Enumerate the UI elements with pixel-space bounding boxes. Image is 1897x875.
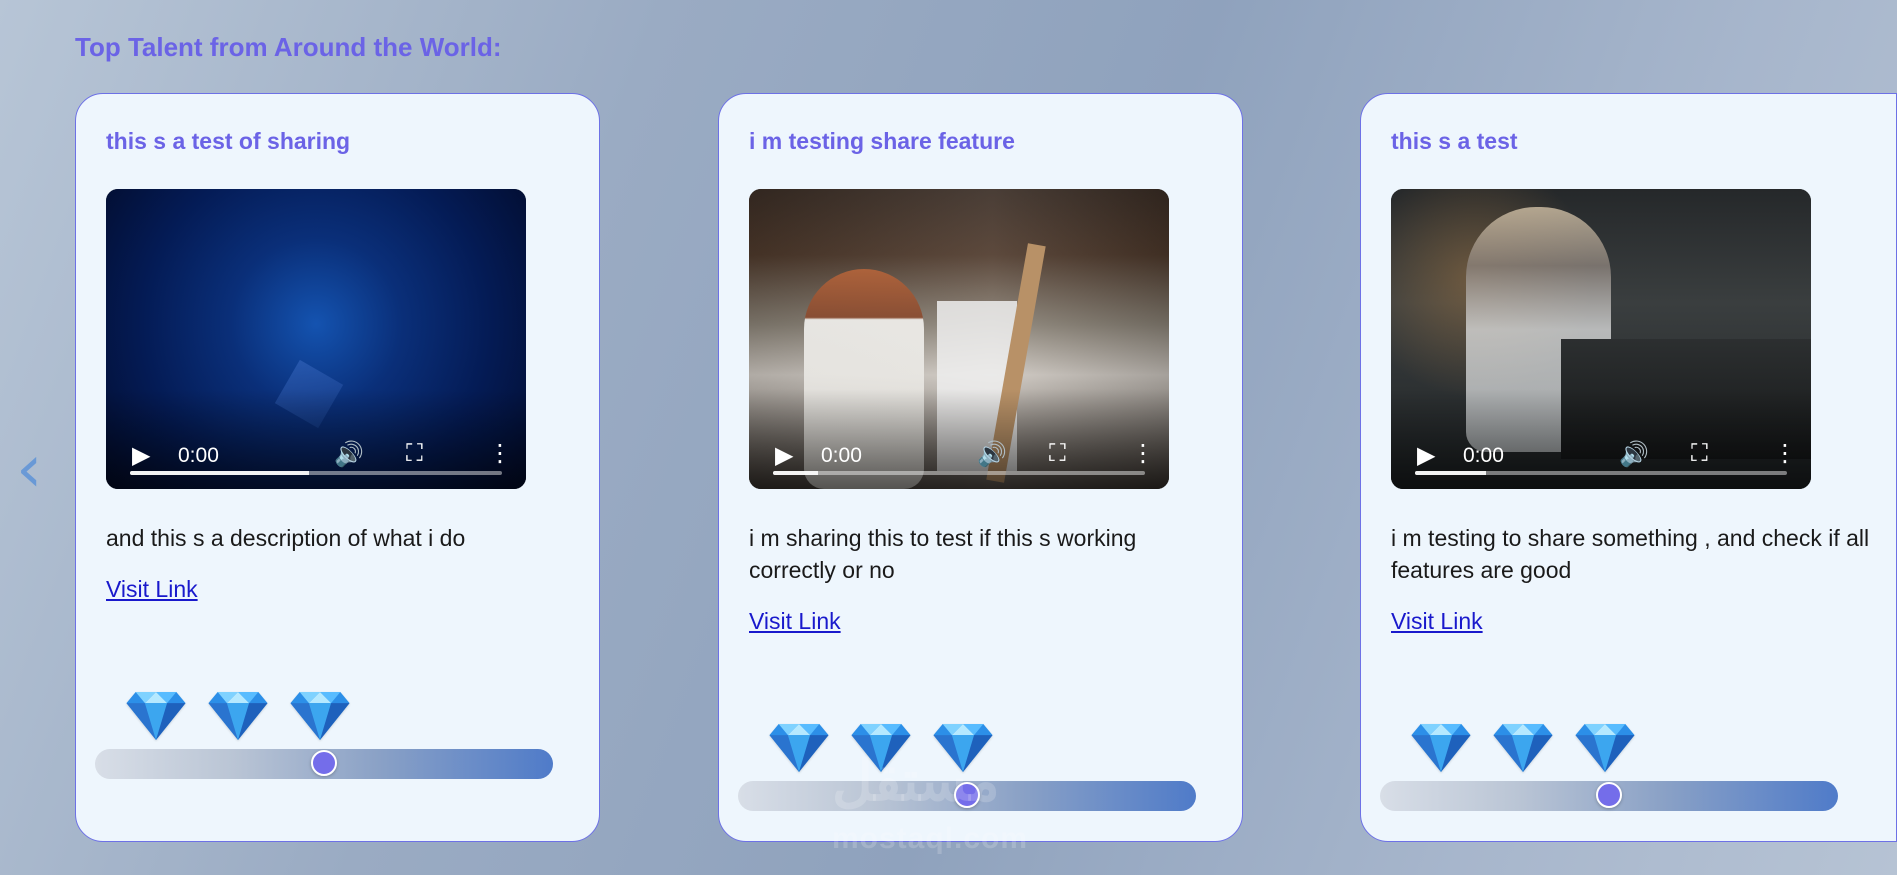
rating-slider[interactable] [95,749,553,779]
card-description: i m sharing this to test if this s worki… [749,525,1137,583]
diamond-icon [769,724,829,772]
video-controls: ▶ 0:00 🔊 ⛶ ⋮ [1391,389,1811,489]
volume-icon[interactable]: 🔊 [977,442,1007,466]
volume-icon[interactable]: 🔊 [1619,442,1649,466]
slider-thumb[interactable] [311,750,337,776]
diamond-icon [290,692,350,740]
fullscreen-icon[interactable]: ⛶ [406,441,423,465]
diamond-icon [1575,724,1635,772]
talent-carousel: this s a test of sharing ▶ 0:00 🔊 ⛶ ⋮ an… [75,93,1897,845]
play-icon[interactable]: ▶ [132,443,150,467]
more-options-icon[interactable]: ⋮ [1773,441,1797,465]
video-progress-bar[interactable] [773,471,1145,475]
video-controls: ▶ 0:00 🔊 ⛶ ⋮ [106,389,526,489]
card-title: this s a test of sharing [106,128,351,154]
visit-link[interactable]: Visit Link [1391,608,1483,635]
diamond-icon [1493,724,1553,772]
video-player[interactable]: ▶ 0:00 🔊 ⛶ ⋮ [106,189,526,489]
fullscreen-icon[interactable]: ⛶ [1691,441,1708,465]
visit-link[interactable]: Visit Link [749,608,841,635]
video-progress-fill [130,471,309,475]
volume-icon[interactable]: 🔊 [334,442,364,466]
diamond-rating [769,724,993,772]
talent-card: this s a test ▶ 0:00 🔊 ⛶ ⋮ i m testing t… [1360,93,1897,842]
rating-slider[interactable] [738,781,1196,811]
video-time: 0:00 [821,444,862,467]
chevron-left-icon[interactable]: ‹ [16,436,42,502]
talent-card: this s a test of sharing ▶ 0:00 🔊 ⛶ ⋮ an… [75,93,600,842]
video-time: 0:00 [1463,444,1504,467]
card-title: this s a test [1391,128,1518,154]
visit-link[interactable]: Visit Link [106,576,198,603]
video-progress-fill [1415,471,1486,475]
fullscreen-icon[interactable]: ⛶ [1049,441,1066,465]
rating-slider[interactable] [1380,781,1838,811]
card-title: i m testing share feature [749,128,1015,154]
video-progress-bar[interactable] [1415,471,1787,475]
video-player[interactable]: ▶ 0:00 🔊 ⛶ ⋮ [1391,189,1811,489]
diamond-icon [126,692,186,740]
slider-thumb[interactable] [954,782,980,808]
video-progress-fill [773,471,818,475]
video-controls: ▶ 0:00 🔊 ⛶ ⋮ [749,389,1169,489]
talent-card: i m testing share feature ▶ 0:00 🔊 ⛶ ⋮ i… [718,93,1243,842]
diamond-rating [126,692,350,740]
video-progress-bar[interactable] [130,471,502,475]
diamond-icon [1411,724,1471,772]
slider-thumb[interactable] [1596,782,1622,808]
page-title: Top Talent from Around the World: [75,32,502,62]
diamond-rating [1411,724,1635,772]
more-options-icon[interactable]: ⋮ [488,441,512,465]
diamond-icon [851,724,911,772]
diamond-icon [208,692,268,740]
video-time: 0:00 [178,444,219,467]
video-player[interactable]: ▶ 0:00 🔊 ⛶ ⋮ [749,189,1169,489]
diamond-icon [933,724,993,772]
more-options-icon[interactable]: ⋮ [1131,441,1155,465]
card-description: and this s a description of what i do [106,525,466,551]
play-icon[interactable]: ▶ [1417,443,1435,467]
card-description: i m testing to share something , and che… [1391,525,1870,583]
play-icon[interactable]: ▶ [775,443,793,467]
